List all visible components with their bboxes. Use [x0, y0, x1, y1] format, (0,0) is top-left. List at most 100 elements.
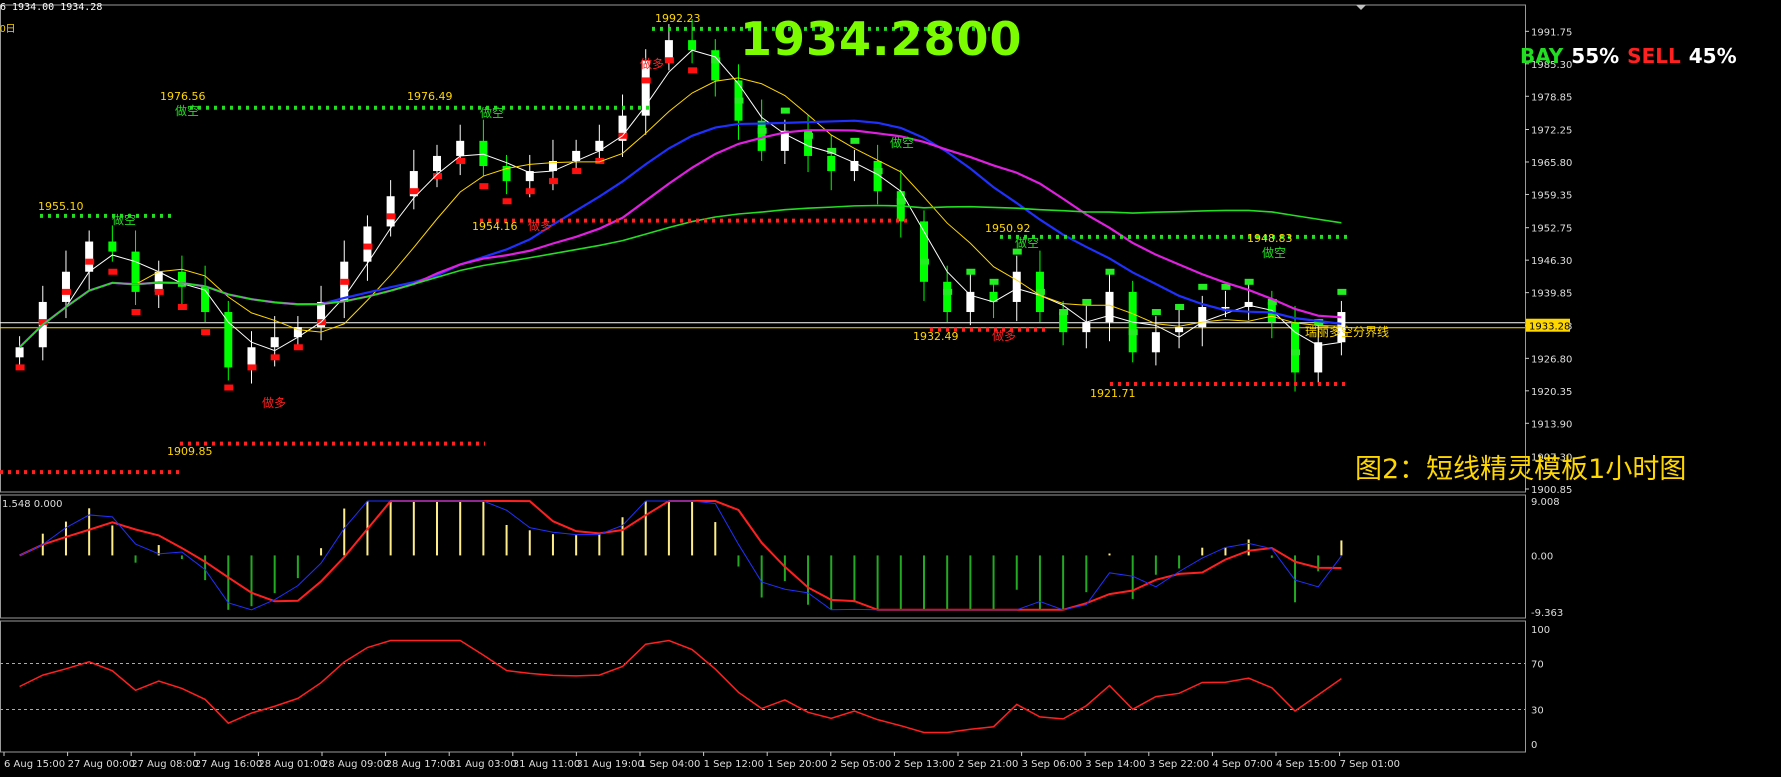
macd-line: [19, 500, 1342, 611]
y-axis-tick-label: 1946.30: [1531, 256, 1572, 267]
trail-block: [61, 288, 71, 295]
long-signal-label: 做多: [528, 218, 552, 233]
trail-block: [15, 364, 25, 371]
macd-axis-label: 0.00: [1531, 551, 1553, 562]
trail-block: [1244, 278, 1254, 285]
trail-block: [1291, 349, 1301, 356]
candle-body: [386, 196, 395, 227]
rsi-axis-label: 30: [1531, 706, 1544, 717]
candle-body: [61, 271, 70, 302]
short-signal-label: 做空: [175, 103, 199, 118]
trail-block: [502, 198, 512, 205]
candle-body: [108, 241, 117, 252]
candle-body: [85, 241, 94, 272]
candle-body: [664, 40, 673, 61]
x-axis-tick-label: 31 Aug 03:00: [449, 759, 516, 770]
price-level-label: 1992.23: [655, 12, 701, 25]
price-level-label: 1950.92: [985, 222, 1031, 235]
x-axis-tick-label: 3 Sep 22:00: [1149, 759, 1209, 770]
y-axis-tick-label: 1913.90: [1531, 419, 1572, 430]
y-axis-tick-label: 1965.80: [1531, 158, 1572, 169]
y-axis-tick-label: 1959.35: [1531, 190, 1572, 201]
x-axis-tick-label: 27 Aug 08:00: [131, 759, 198, 770]
candle-body: [919, 221, 928, 282]
candle-body: [711, 50, 720, 81]
candle-body: [479, 140, 488, 167]
short-signal-label: 做空: [480, 105, 504, 120]
long-signal-label: 做多: [262, 395, 286, 410]
candle-body: [1221, 306, 1230, 309]
trail-block: [1105, 268, 1115, 275]
y-axis-tick-label: 1900.85: [1531, 485, 1572, 496]
x-axis-tick-label: 2 Sep 21:00: [958, 759, 1018, 770]
y-axis-tick-label: 1926.80: [1531, 354, 1572, 365]
trail-block: [154, 288, 164, 295]
trail-block: [409, 188, 419, 195]
x-axis-tick-label: 31 Aug 19:00: [576, 759, 643, 770]
trail-block: [989, 278, 999, 285]
short-signal-label: 做空: [890, 135, 914, 150]
trail-block: [293, 344, 303, 351]
chart-canvas[interactable]: 1991.751985.301978.851972.251965.801959.…: [0, 0, 1781, 777]
trail-block: [340, 278, 350, 285]
sell-percent: 45%: [1688, 44, 1737, 68]
price-level-label: 1921.71: [1090, 387, 1136, 400]
price-level-label: 1954.16: [472, 220, 518, 233]
y-axis-tick-label: 1991.75: [1531, 27, 1572, 38]
short-signal-label: 做空: [1262, 245, 1286, 260]
trail-block: [664, 57, 674, 64]
macd-axis-label: -9.363: [1531, 608, 1563, 619]
trail-block: [386, 213, 396, 220]
candle-body: [131, 251, 140, 292]
trail-block: [943, 288, 953, 295]
candle-body: [456, 140, 465, 156]
trail-block: [1128, 329, 1138, 336]
chart-subheader: 0日: [0, 24, 16, 35]
slow-ma-line: [19, 204, 1342, 348]
trail-block: [1198, 283, 1208, 290]
trail-block: [641, 77, 651, 84]
x-axis-tick-label: 2 Sep 05:00: [831, 759, 891, 770]
rsi-axis-label: 100: [1531, 625, 1550, 636]
bay-percent: 55%: [1571, 44, 1620, 68]
sentiment-panel: BAY 55% SELL 45%: [1520, 44, 1745, 68]
candle-body: [1059, 312, 1068, 333]
y-axis-tick-label: 1978.85: [1531, 92, 1572, 103]
y-axis-tick-label: 1972.25: [1531, 126, 1572, 137]
trail-block: [85, 258, 95, 265]
candle-body: [688, 40, 697, 51]
trail-block: [201, 329, 211, 336]
candle-body: [943, 281, 952, 313]
long-signal-label: 做多: [992, 328, 1016, 343]
candle-body: [1082, 322, 1091, 333]
x-axis-tick-label: 28 Aug 01:00: [258, 759, 325, 770]
x-axis-tick-label: 4 Sep 07:00: [1212, 759, 1272, 770]
price-level-label: 1976.49: [407, 90, 453, 103]
shift-marker-icon: [1356, 5, 1366, 10]
current-price-display: 1934.2800: [740, 12, 1023, 66]
long-signal-label: 做多: [640, 56, 664, 71]
trail-block: [757, 127, 767, 134]
fast-ma-line: [19, 49, 1342, 352]
price-level-label: 1948.83: [1247, 232, 1293, 245]
trail-block: [572, 168, 582, 175]
trail-block: [734, 97, 744, 104]
trail-block: [1151, 309, 1161, 316]
x-axis-tick-label: 3 Sep 14:00: [1085, 759, 1145, 770]
candle-body: [1105, 291, 1114, 323]
trail-block: [247, 364, 257, 371]
price-level-label: 1932.49: [913, 330, 959, 343]
x-axis-tick-label: 28 Aug 17:00: [386, 759, 453, 770]
price-level-label: 1955.10: [38, 200, 84, 213]
candle-body: [1175, 327, 1184, 333]
trail-block: [108, 268, 118, 275]
trail-block: [688, 67, 698, 74]
candle-body: [1012, 271, 1021, 302]
x-axis-tick-label: 4 Sep 15:00: [1276, 759, 1336, 770]
y-axis-tick-label: 1939.85: [1531, 289, 1572, 300]
trail-block: [270, 354, 280, 361]
symbol-ohlc-header: 6 1934.00 1934.28: [0, 2, 103, 13]
sell-label: SELL: [1627, 44, 1681, 68]
candle-body: [270, 337, 279, 348]
rsi-line: [19, 639, 1342, 734]
